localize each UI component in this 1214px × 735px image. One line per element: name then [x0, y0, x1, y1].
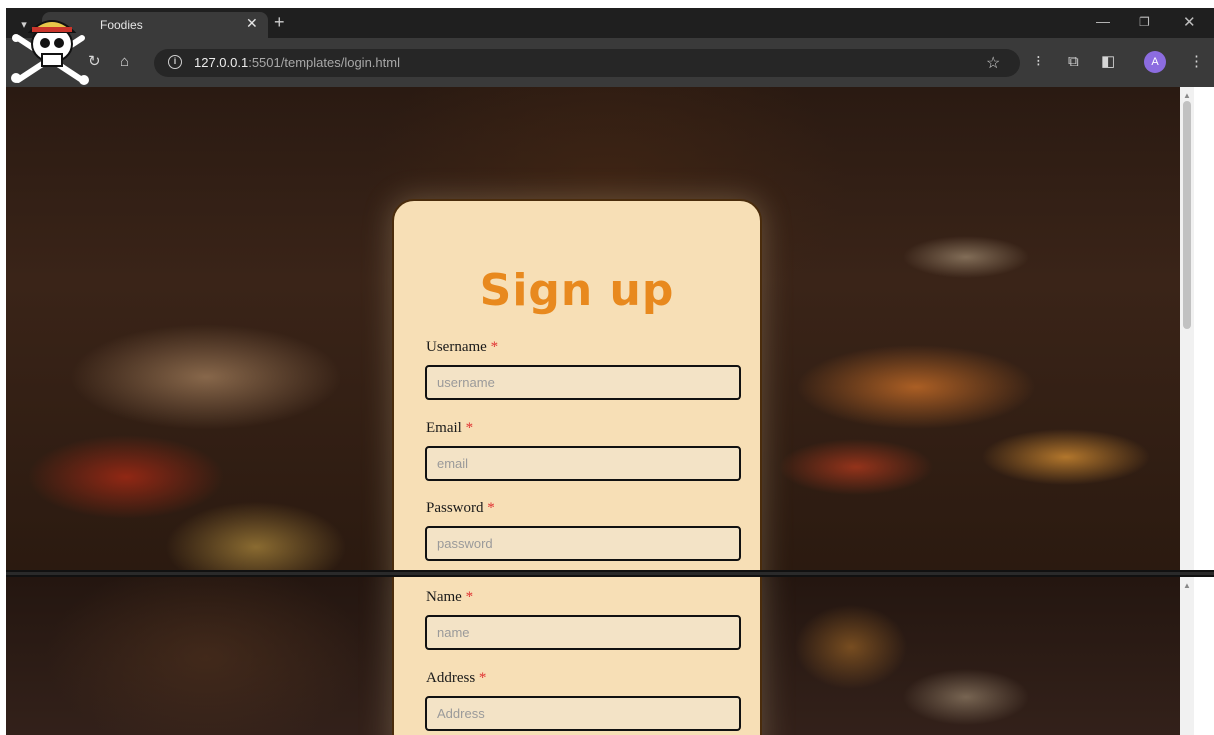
username-input[interactable] — [425, 365, 741, 400]
page-viewport-top: ▲ Sign up Username * Email * Password * — [6, 87, 1194, 570]
menu-kebab-icon[interactable]: ⋮ — [1189, 54, 1204, 69]
scroll-up-icon[interactable]: ▲ — [1183, 581, 1191, 590]
profile-avatar[interactable]: A — [1144, 51, 1166, 73]
bookmark-star-icon[interactable]: ☆ — [986, 53, 1000, 73]
password-input[interactable] — [425, 526, 741, 561]
tab-strip: ▾ Foodies ✕ + — ❐ ✕ — [6, 8, 1214, 38]
signup-card-continued: Name * Address * — [392, 577, 762, 735]
email-input[interactable] — [425, 446, 741, 481]
extension-icon[interactable]: ⁝ — [1036, 54, 1041, 69]
extensions-puzzle-icon[interactable]: ⧉ — [1068, 54, 1079, 69]
scrollbar[interactable]: ▲ — [1180, 577, 1194, 735]
tab-title: Foodies — [100, 18, 143, 32]
minimize-icon[interactable]: — — [1096, 13, 1110, 29]
page-title: Sign up — [479, 265, 675, 316]
home-icon[interactable]: ⌂ — [120, 54, 129, 69]
scroll-up-icon[interactable]: ▲ — [1183, 91, 1191, 100]
new-tab-button[interactable]: + — [274, 13, 285, 31]
side-panel-icon[interactable]: ◧ — [1101, 54, 1115, 69]
name-input[interactable] — [425, 615, 741, 650]
close-tab-icon[interactable]: ✕ — [246, 15, 258, 32]
signup-card: Sign up Username * Email * Password * — [392, 199, 762, 570]
email-label: Email * — [426, 420, 474, 436]
url-text: 127.0.0.1:5501/templates/login.html — [194, 55, 400, 70]
browser-toolbar: ↻ ⌂ i 127.0.0.1:5501/templates/login.htm… — [6, 38, 1214, 87]
scroll-thumb[interactable] — [1183, 101, 1191, 329]
password-label: Password * — [426, 500, 495, 516]
scrollbar[interactable]: ▲ — [1180, 87, 1194, 570]
pirate-skull-logo — [11, 20, 89, 85]
username-label: Username * — [426, 339, 499, 355]
name-label: Name * — [426, 589, 474, 605]
restore-icon[interactable]: ❐ — [1139, 15, 1150, 29]
window-close-icon[interactable]: ✕ — [1183, 13, 1196, 31]
address-label: Address * — [426, 670, 487, 686]
screenshot-separator — [6, 570, 1214, 577]
site-info-icon[interactable]: i — [168, 55, 182, 69]
address-bar[interactable]: i 127.0.0.1:5501/templates/login.html ☆ — [154, 49, 1020, 77]
page-viewport-bottom: ▲ Name * Address * — [6, 577, 1194, 735]
address-input[interactable] — [425, 696, 741, 731]
